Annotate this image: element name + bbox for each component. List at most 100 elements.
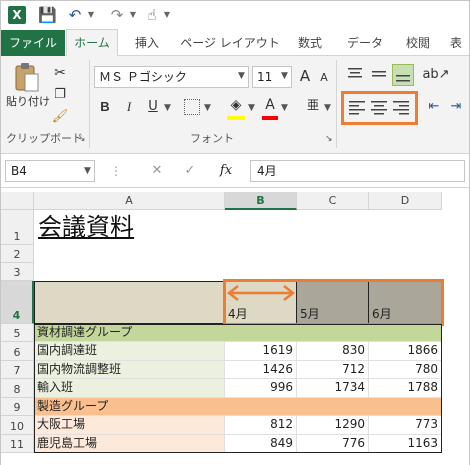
- tab-view[interactable]: 表: [450, 30, 470, 56]
- column-header-a[interactable]: A: [34, 192, 225, 210]
- underline-dropdown-icon[interactable]: ▼: [164, 103, 171, 113]
- align-center-icon[interactable]: [370, 99, 388, 117]
- font-name-combo[interactable]: ＭＳ Ｐゴシック: [94, 66, 249, 88]
- table-cell[interactable]: 1866: [369, 342, 442, 361]
- table-cell[interactable]: 812: [225, 416, 297, 435]
- select-all-corner[interactable]: [1, 192, 34, 210]
- phonetic-dropdown-icon[interactable]: ▼: [324, 103, 331, 113]
- font-size-dropdown-icon[interactable]: ▼: [281, 71, 288, 81]
- undo-icon[interactable]: ↶: [66, 6, 84, 24]
- clipboard-group-label: クリップボード: [6, 132, 83, 145]
- clipboard-launcher-icon[interactable]: ↘: [78, 134, 86, 144]
- row-header-5[interactable]: 5: [1, 324, 34, 342]
- font-color-swatch: [262, 116, 278, 120]
- table-cell[interactable]: 1290: [297, 416, 369, 435]
- row-header-1[interactable]: 1: [1, 210, 34, 245]
- fill-color-swatch: [227, 116, 245, 120]
- save-icon[interactable]: 💾: [38, 6, 57, 24]
- column-header-c[interactable]: C: [297, 192, 369, 210]
- tab-insert[interactable]: 挿入: [125, 30, 169, 56]
- row-header-3[interactable]: 3: [1, 263, 34, 281]
- table-row-label[interactable]: 輸入班: [34, 379, 225, 398]
- width-arrow-icon: [226, 284, 296, 302]
- underline-button[interactable]: U: [144, 96, 162, 118]
- table-row-label[interactable]: 鹿児島工場: [34, 435, 225, 453]
- tab-home[interactable]: ホーム: [66, 29, 118, 57]
- divider: [89, 60, 90, 148]
- font-color-dropdown-icon[interactable]: ▼: [281, 103, 288, 113]
- table-cell[interactable]: 1426: [225, 361, 297, 379]
- align-left-icon[interactable]: [348, 99, 366, 117]
- header-cell-a4[interactable]: [34, 281, 225, 324]
- row-header-7[interactable]: 7: [1, 361, 34, 379]
- touch-mode-icon[interactable]: ☝: [143, 6, 161, 24]
- row-header-4[interactable]: 4: [1, 281, 34, 324]
- name-box-dropdown-icon[interactable]: ▼: [84, 166, 91, 176]
- row-header-2[interactable]: 2: [1, 245, 34, 263]
- tab-review[interactable]: 校閲: [396, 30, 440, 56]
- insert-function-icon[interactable]: fx: [214, 160, 238, 182]
- qat-customize-icon[interactable]: ▼: [162, 6, 172, 24]
- group-row[interactable]: 資材調達グループ: [34, 324, 442, 342]
- row-header-9[interactable]: 9: [1, 398, 34, 416]
- decrease-indent-icon[interactable]: ⇤: [424, 96, 444, 118]
- italic-button[interactable]: I: [120, 96, 138, 118]
- formula-input[interactable]: 4月: [250, 160, 465, 182]
- tab-data[interactable]: データ: [340, 30, 390, 56]
- table-row-label[interactable]: 国内調達班: [34, 342, 225, 361]
- table-cell[interactable]: 1619: [225, 342, 297, 361]
- grow-font-button[interactable]: A: [296, 65, 314, 87]
- cancel-icon[interactable]: ✕: [145, 160, 169, 182]
- row-header-10[interactable]: 10: [1, 416, 34, 435]
- copy-icon[interactable]: ❐: [50, 84, 70, 106]
- table-cell[interactable]: 773: [369, 416, 442, 435]
- column-header-b[interactable]: B: [225, 192, 297, 210]
- table-row-label[interactable]: 国内物流調整班: [34, 361, 225, 379]
- font-color-icon[interactable]: A: [262, 94, 278, 116]
- tab-page-layout[interactable]: ページ レイアウト: [180, 30, 280, 56]
- fill-color-icon[interactable]: ◈: [226, 94, 246, 116]
- tab-formulas[interactable]: 数式: [288, 30, 332, 56]
- font-launcher-icon[interactable]: ↘: [325, 134, 333, 144]
- paste-button[interactable]: 貼り付け: [4, 95, 52, 109]
- align-top-icon[interactable]: [346, 66, 364, 82]
- table-cell[interactable]: 776: [297, 435, 369, 453]
- undo-dropdown-icon[interactable]: ▼: [86, 6, 96, 24]
- row-header-8[interactable]: 8: [1, 379, 34, 398]
- font-group-label: フォント: [190, 132, 234, 145]
- column-header-d[interactable]: D: [369, 192, 442, 210]
- enter-icon[interactable]: ✓: [178, 160, 202, 182]
- fill-color-dropdown-icon[interactable]: ▼: [248, 103, 255, 113]
- group-row[interactable]: 製造グループ: [34, 398, 442, 416]
- table-row-label[interactable]: 大阪工場: [34, 416, 225, 435]
- table-cell[interactable]: 849: [225, 435, 297, 453]
- font-name-dropdown-icon[interactable]: ▼: [238, 71, 245, 81]
- table-cell[interactable]: 780: [369, 361, 442, 379]
- cut-icon[interactable]: ✂: [50, 62, 70, 84]
- table-cell[interactable]: 996: [225, 379, 297, 398]
- increase-indent-icon[interactable]: ⇥: [446, 96, 466, 118]
- name-box[interactable]: B4: [5, 160, 95, 182]
- borders-dropdown-icon[interactable]: ▼: [204, 103, 211, 113]
- phonetic-guide-button[interactable]: 亜: [304, 94, 322, 116]
- shrink-font-button[interactable]: A: [316, 67, 332, 89]
- align-middle-icon[interactable]: [370, 66, 388, 82]
- align-right-icon[interactable]: [392, 99, 410, 117]
- bold-button[interactable]: B: [96, 96, 114, 118]
- table-cell[interactable]: 830: [297, 342, 369, 361]
- format-painter-icon[interactable]: 🖌: [50, 106, 70, 128]
- paste-icon[interactable]: [14, 62, 40, 94]
- table-cell[interactable]: 1163: [369, 435, 442, 453]
- borders-icon[interactable]: [184, 99, 200, 115]
- tab-file[interactable]: ファイル: [1, 30, 65, 56]
- sheet-title[interactable]: 会議資料: [38, 212, 134, 242]
- orientation-icon[interactable]: ab↗: [422, 64, 450, 86]
- redo-dropdown-icon[interactable]: ▼: [128, 6, 138, 24]
- redo-icon[interactable]: ↷: [108, 6, 126, 24]
- align-bottom-icon[interactable]: [392, 64, 414, 86]
- row-header-11[interactable]: 11: [1, 435, 34, 453]
- table-cell[interactable]: 1734: [297, 379, 369, 398]
- row-header-6[interactable]: 6: [1, 342, 34, 361]
- table-cell[interactable]: 1788: [369, 379, 442, 398]
- table-cell[interactable]: 712: [297, 361, 369, 379]
